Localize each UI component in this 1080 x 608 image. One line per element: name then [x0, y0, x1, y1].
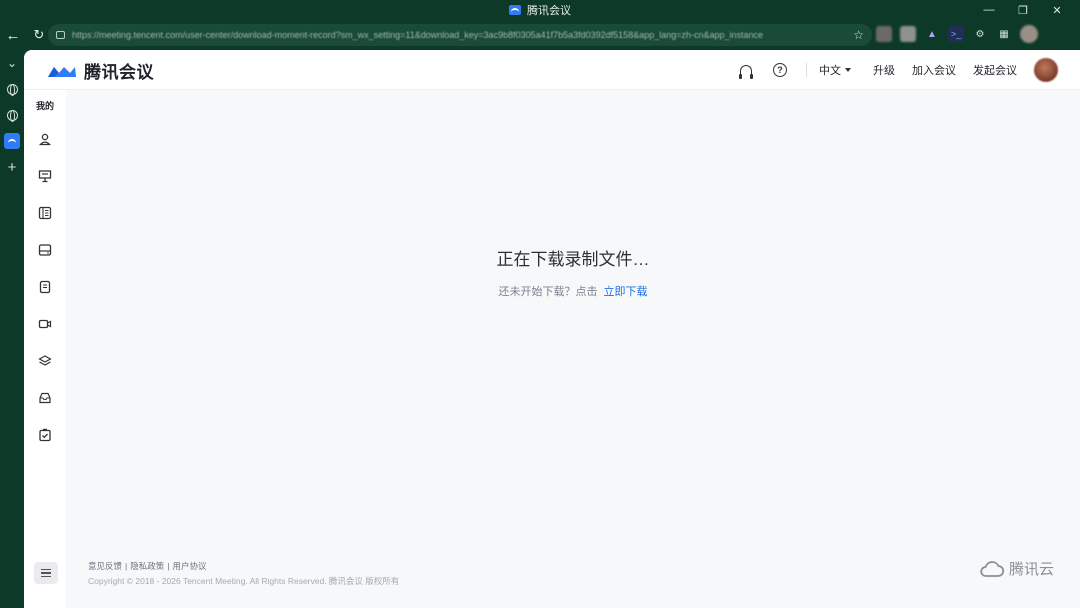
globe-icon[interactable]	[0, 76, 24, 102]
split-view-icon[interactable]: ▦	[996, 26, 1012, 42]
download-now-link[interactable]: 立即下载	[604, 286, 648, 298]
terminal-extension-icon[interactable]: >_	[948, 26, 964, 42]
user-agreement-link[interactable]: 用户协议	[172, 561, 206, 571]
footer-links: 意见反馈 | 隐私政策 | 用户协议	[88, 559, 399, 574]
document-icon[interactable]	[38, 280, 52, 294]
join-meeting-link[interactable]: 加入会议	[912, 62, 956, 78]
feedback-link[interactable]: 意见反馈	[88, 561, 122, 571]
copyright-text: Copyright © 2018 - 2026 Tencent Meeting.…	[88, 576, 400, 586]
brand[interactable]: 腾讯会议	[46, 58, 154, 83]
help-button[interactable]: ?	[768, 58, 792, 82]
header-actions: ? 中文 升级 加入会议 发起会议	[734, 50, 1080, 90]
footer-separator: |	[125, 561, 128, 571]
upgrade-link[interactable]: 升级	[873, 62, 895, 78]
url-text: https://meeting.tencent.com/user-center/…	[72, 30, 764, 40]
presentation-icon[interactable]	[38, 169, 52, 183]
inbox-icon[interactable]	[38, 391, 52, 405]
tencent-meeting-tab-icon[interactable]	[0, 128, 24, 154]
drive-icon[interactable]	[38, 243, 52, 257]
divider	[806, 63, 807, 77]
window-title: 腾讯会议	[509, 2, 571, 18]
window-titlebar: 腾讯会议 — ❐ ✕	[0, 0, 1080, 20]
window-title-text: 腾讯会议	[527, 5, 571, 17]
sidebar-title: 我的	[35, 101, 54, 111]
privacy-policy-link[interactable]: 隐私政策	[130, 561, 164, 571]
headset-icon	[739, 64, 753, 79]
task-check-icon[interactable]	[38, 428, 52, 442]
list-icon[interactable]	[38, 206, 52, 220]
back-button[interactable]: ←	[0, 22, 26, 48]
recording-icon[interactable]	[38, 317, 52, 331]
footer-separator: |	[167, 561, 170, 571]
layers-icon[interactable]	[38, 354, 52, 368]
browser-side-rail: ⌄ +	[0, 50, 24, 608]
start-meeting-link[interactable]: 发起会议	[973, 62, 1017, 78]
bookmark-star-icon[interactable]: ☆	[853, 28, 864, 42]
app-sidebar: 我的	[24, 90, 66, 608]
window-controls: — ❐ ✕	[972, 0, 1074, 20]
profile-icon[interactable]	[38, 132, 52, 146]
address-bar[interactable]: https://meeting.tencent.com/user-center/…	[48, 24, 872, 46]
profile-avatar-icon[interactable]	[1020, 25, 1038, 43]
chevron-down-icon[interactable]: ⌄	[0, 50, 24, 76]
language-label: 中文	[819, 65, 841, 77]
top-navigation-bar: 腾讯会议 ? 中文 升级 加入会议 发起会议	[24, 50, 1080, 90]
puzzle-extensions-icon[interactable]: ⚙	[972, 26, 988, 42]
customer-service-button[interactable]	[734, 58, 758, 82]
extension-icon[interactable]: ▲	[924, 26, 940, 42]
download-hint: 还未开始下载？点击 立即下载	[66, 283, 1080, 299]
minimize-button[interactable]: —	[972, 0, 1006, 20]
brand-name: 腾讯会议	[84, 63, 154, 82]
extension-icon[interactable]	[876, 26, 892, 42]
cloud-icon	[980, 560, 1005, 577]
plus-icon[interactable]: +	[0, 154, 24, 180]
lock-icon	[56, 31, 65, 39]
language-selector[interactable]: 中文	[819, 62, 851, 78]
globe-icon[interactable]	[0, 102, 24, 128]
web-page: 腾讯会议 ? 中文 升级 加入会议 发起会议 我的 正在下载录制文件… 还未开始…	[24, 50, 1080, 608]
footer: 意见反馈 | 隐私政策 | 用户协议 Copyright © 2018 - 2026 T…	[88, 559, 399, 589]
restore-button[interactable]: ❐	[1006, 0, 1040, 20]
main-content: 正在下载录制文件… 还未开始下载？点击 立即下载 意见反馈 | 隐私政策 | 用户协议 C…	[66, 90, 1080, 608]
user-avatar[interactable]	[1034, 58, 1058, 82]
download-hint-text: 还未开始下载？点击	[498, 286, 598, 298]
download-status-title: 正在下载录制文件…	[496, 250, 650, 269]
help-icon: ?	[773, 63, 787, 77]
close-button[interactable]: ✕	[1040, 0, 1074, 20]
cloud-brand-text: 腾讯云	[1008, 561, 1054, 578]
tencent-meeting-logo-icon	[48, 66, 76, 77]
tencent-cloud-brand: 腾讯云	[979, 558, 1054, 579]
sidebar-icon-list	[24, 132, 66, 442]
tencent-meeting-logo-icon	[509, 5, 521, 15]
collapse-menu-button[interactable]	[34, 562, 58, 584]
caret-down-icon	[845, 68, 851, 72]
extension-icon[interactable]	[900, 26, 916, 42]
extensions-bar: ▲ >_ ⚙ ▦	[876, 25, 1038, 43]
